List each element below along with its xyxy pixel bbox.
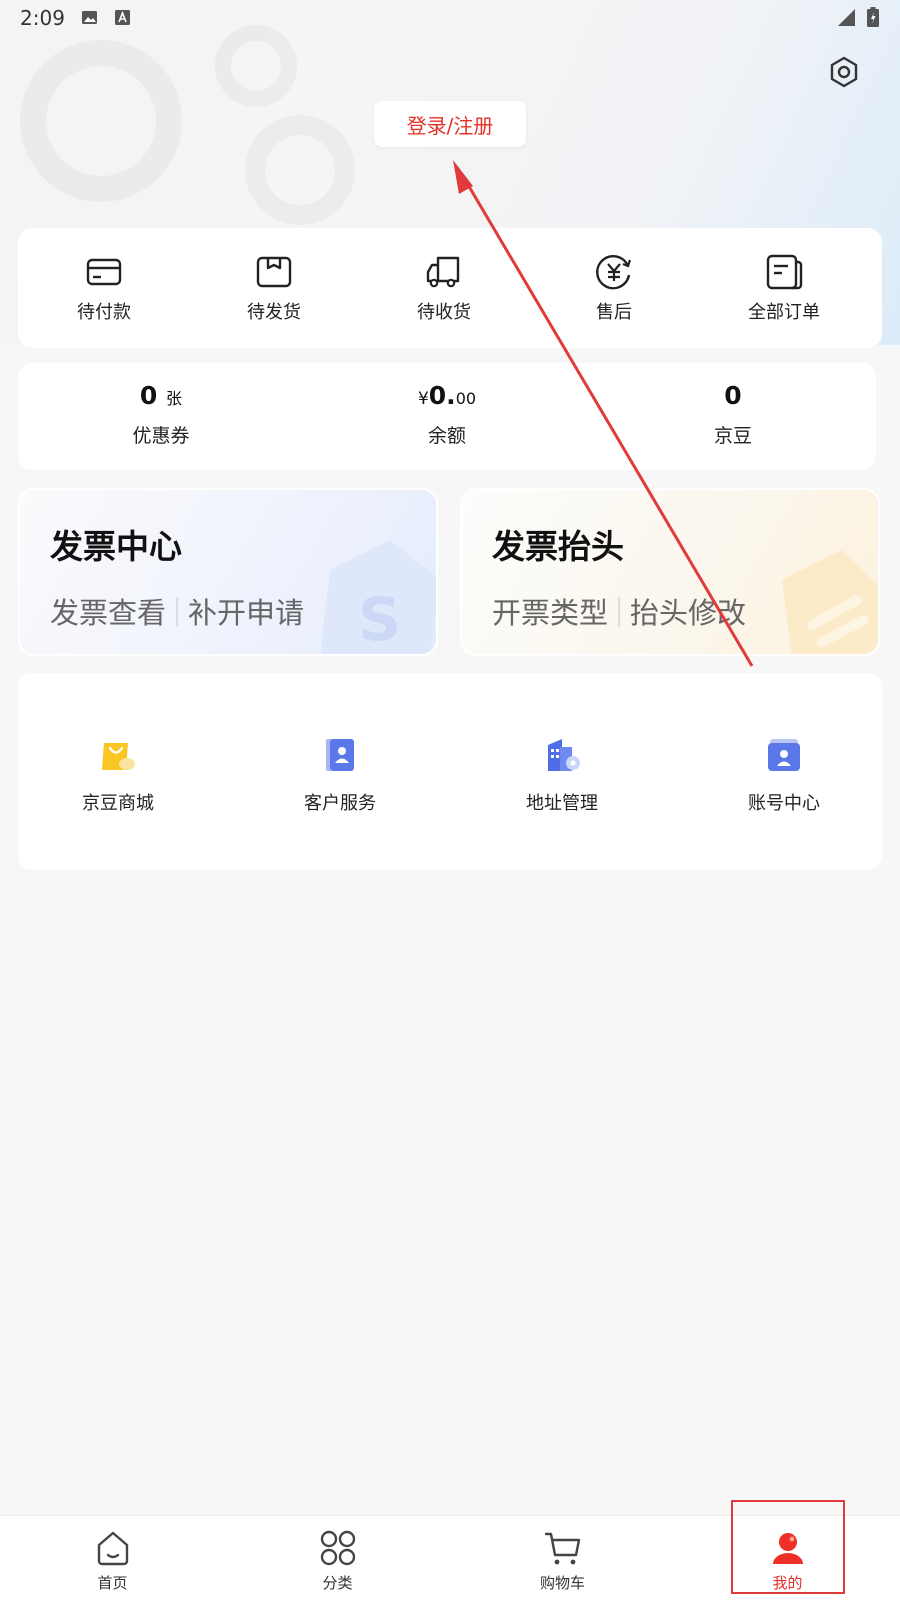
account-icon	[768, 739, 800, 771]
invoice-type-link[interactable]: 开票类型	[492, 596, 608, 630]
tab-label: 首页	[97, 1574, 128, 1592]
yen-refresh-icon	[596, 255, 632, 290]
service-customer-service[interactable]: 客户服务	[240, 737, 440, 815]
svg-text:S: S	[358, 585, 401, 655]
balance-label: 余额	[427, 425, 466, 447]
services-card: 京豆商城 客户服务 地址管理 账号中心	[18, 673, 882, 870]
contact-book-icon	[326, 739, 354, 771]
tab-category[interactable]: 分类	[225, 1516, 450, 1601]
invoice-header-card[interactable]: 发票抬头 开票类型 抬头修改	[460, 488, 880, 656]
status-bar: 2:09	[0, 0, 900, 36]
service-account-center[interactable]: 账号中心	[684, 737, 884, 815]
building-location-icon	[548, 739, 580, 771]
invoice-reissue-link[interactable]: 补开申请	[188, 596, 304, 630]
tab-cart[interactable]: 购物车	[450, 1516, 675, 1601]
order-pending-receipt[interactable]: 待收货	[358, 228, 530, 348]
login-register-button[interactable]: 登录/注册	[374, 101, 526, 147]
service-label: 客户服务	[304, 793, 376, 814]
cart-icon	[544, 1532, 581, 1565]
order-pending-payment[interactable]: 待付款	[18, 228, 190, 348]
card-icon	[86, 258, 122, 286]
order-label: 待付款	[77, 302, 131, 323]
image-icon	[82, 11, 97, 24]
truck-icon	[426, 256, 460, 288]
divider	[176, 597, 179, 627]
tab-label: 购物车	[539, 1574, 585, 1592]
balance-decimals: 00	[455, 389, 477, 408]
coupons-item[interactable]: 0 张 优惠券	[18, 363, 304, 470]
signal-icon	[838, 9, 855, 26]
orders-list-icon	[766, 254, 803, 290]
beans-item[interactable]: 0 京豆	[590, 363, 876, 470]
beans-label: 京豆	[713, 425, 752, 447]
order-label: 全部订单	[748, 302, 820, 323]
order-pending-shipment[interactable]: 待发货	[188, 228, 360, 348]
invoice-center-card[interactable]: S 发票中心 发票查看 补开申请	[18, 488, 438, 656]
service-address-management[interactable]: 地址管理	[462, 737, 662, 815]
order-all[interactable]: 全部订单	[698, 228, 870, 348]
invoice-header-title: 发票抬头	[492, 527, 624, 566]
service-label: 京豆商城	[82, 793, 154, 814]
coupons-value: 0	[139, 381, 158, 410]
gear-decoration	[245, 115, 355, 225]
order-label: 售后	[596, 302, 632, 323]
order-status-card: 待付款 待发货 待收货 售后 全部订单	[18, 228, 882, 348]
gear-decoration	[215, 25, 297, 107]
order-after-sales[interactable]: 售后	[528, 228, 700, 348]
category-icon	[320, 1530, 356, 1566]
beans-value: 0	[724, 381, 742, 410]
invoice-view-link[interactable]: 发票查看	[50, 596, 166, 630]
coupons-unit: 张	[166, 389, 183, 408]
invoice-header-edit-link[interactable]: 抬头修改	[630, 596, 746, 630]
invoice-badge-icon: S	[320, 540, 436, 655]
invoice-note-icon	[782, 550, 878, 654]
balance-value: 0.	[428, 381, 456, 410]
order-label: 待收货	[417, 302, 471, 323]
service-label: 账号中心	[748, 793, 820, 814]
currency-symbol: ¥	[417, 389, 429, 409]
balance-item[interactable]: ¥0.00 余额	[304, 363, 590, 470]
home-icon	[97, 1531, 129, 1566]
divider	[618, 597, 621, 627]
order-label: 待发货	[247, 302, 301, 323]
coupons-label: 优惠券	[132, 425, 190, 447]
shopping-bag-icon	[102, 743, 135, 770]
settings-icon[interactable]	[828, 56, 860, 88]
service-bean-mall[interactable]: 京豆商城	[18, 737, 218, 815]
invoice-center-title: 发票中心	[50, 527, 182, 566]
text-icon	[115, 10, 130, 25]
assets-card: 0 张 优惠券 ¥0.00 余额 0 京豆	[18, 363, 876, 470]
highlight-box	[731, 1500, 845, 1594]
box-icon	[256, 256, 292, 288]
service-label: 地址管理	[526, 793, 598, 814]
status-time: 2:09	[20, 6, 65, 30]
battery-icon	[867, 7, 879, 27]
gear-decoration	[20, 40, 182, 202]
tab-home[interactable]: 首页	[0, 1516, 225, 1601]
tab-label: 分类	[322, 1574, 353, 1592]
